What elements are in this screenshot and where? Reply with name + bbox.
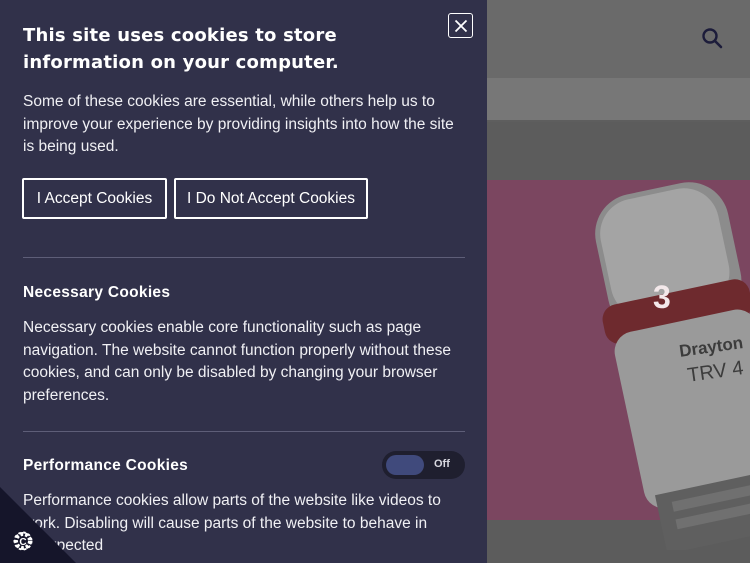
performance-cookies-toggle[interactable]: Off xyxy=(382,451,465,479)
performance-cookies-description: Performance cookies allow parts of the w… xyxy=(23,492,441,554)
cookie-panel-title: This site uses cookies to store informat… xyxy=(23,25,339,73)
section-divider xyxy=(23,431,465,432)
valve-dial-number: 3 xyxy=(653,279,671,315)
toggle-state-label: Off xyxy=(434,458,450,470)
reject-cookies-button[interactable]: I Do Not Accept Cookies xyxy=(174,178,368,219)
cookie-intro-text: Some of these cookies are essential, whi… xyxy=(23,93,454,155)
cookie-settings-badge[interactable]: C xyxy=(0,487,76,563)
close-icon xyxy=(454,19,467,32)
toggle-knob xyxy=(386,455,424,475)
section-divider xyxy=(23,257,465,258)
necessary-cookies-title: Necessary Cookies xyxy=(23,284,171,301)
necessary-cookies-description: Necessary cookies enable core functional… xyxy=(23,319,451,404)
accept-cookies-button[interactable]: I Accept Cookies xyxy=(22,178,167,219)
performance-cookies-title: Performance Cookies xyxy=(23,457,189,474)
search-icon[interactable] xyxy=(701,27,723,49)
svg-text:C: C xyxy=(19,537,26,548)
close-button[interactable] xyxy=(448,13,473,38)
cookie-consent-panel: This site uses cookies to store informat… xyxy=(0,0,487,563)
